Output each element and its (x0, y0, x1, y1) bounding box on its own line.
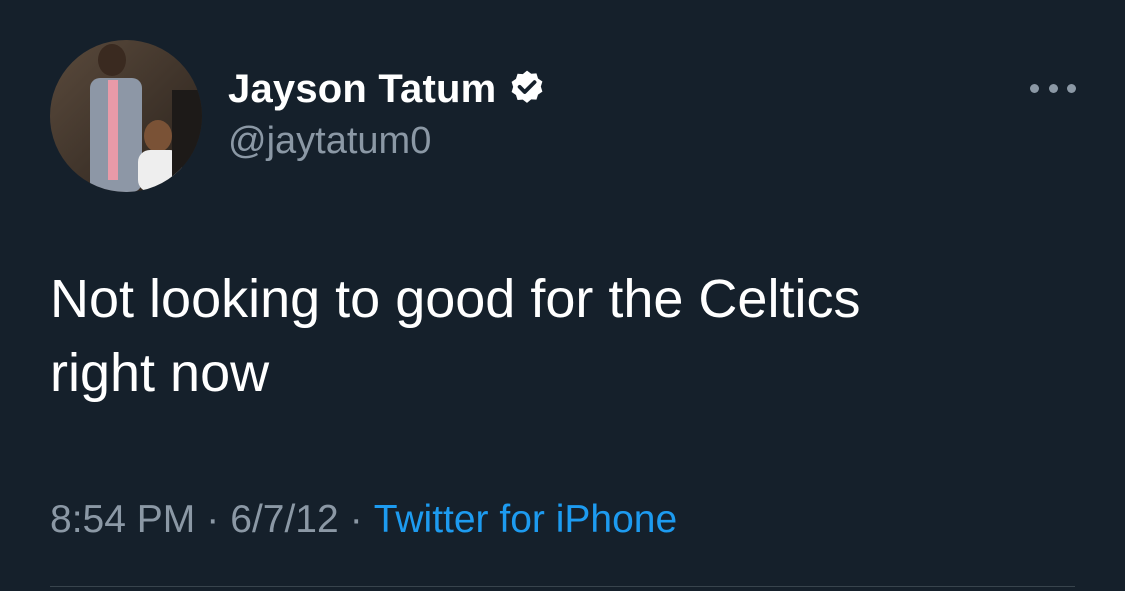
display-name[interactable]: Jayson Tatum (228, 67, 496, 112)
tweet-date[interactable]: 6/7/12 (230, 498, 338, 542)
divider (50, 586, 1075, 587)
meta-separator: · (206, 498, 220, 541)
more-dot (1030, 83, 1039, 93)
avatar[interactable] (50, 40, 202, 192)
more-dot (1067, 83, 1076, 93)
meta-separator: · (349, 498, 363, 541)
author-name-row[interactable]: Jayson Tatum (228, 64, 548, 114)
tweet-text: Not looking to good for the Celtics righ… (50, 269, 861, 403)
tweet-meta: 8:54 PM · 6/7/12 · Twitter for iPhone (50, 498, 677, 542)
more-options-icon[interactable] (1030, 78, 1076, 98)
tweet-card: Jayson Tatum @jaytatum0 Not looking to g… (0, 0, 1125, 591)
author-handle[interactable]: @jaytatum0 (228, 120, 431, 163)
tweet-source-link[interactable]: Twitter for iPhone (374, 498, 677, 542)
tweet-time[interactable]: 8:54 PM (50, 498, 195, 542)
verified-badge-icon (506, 68, 548, 110)
more-dot (1048, 83, 1058, 93)
